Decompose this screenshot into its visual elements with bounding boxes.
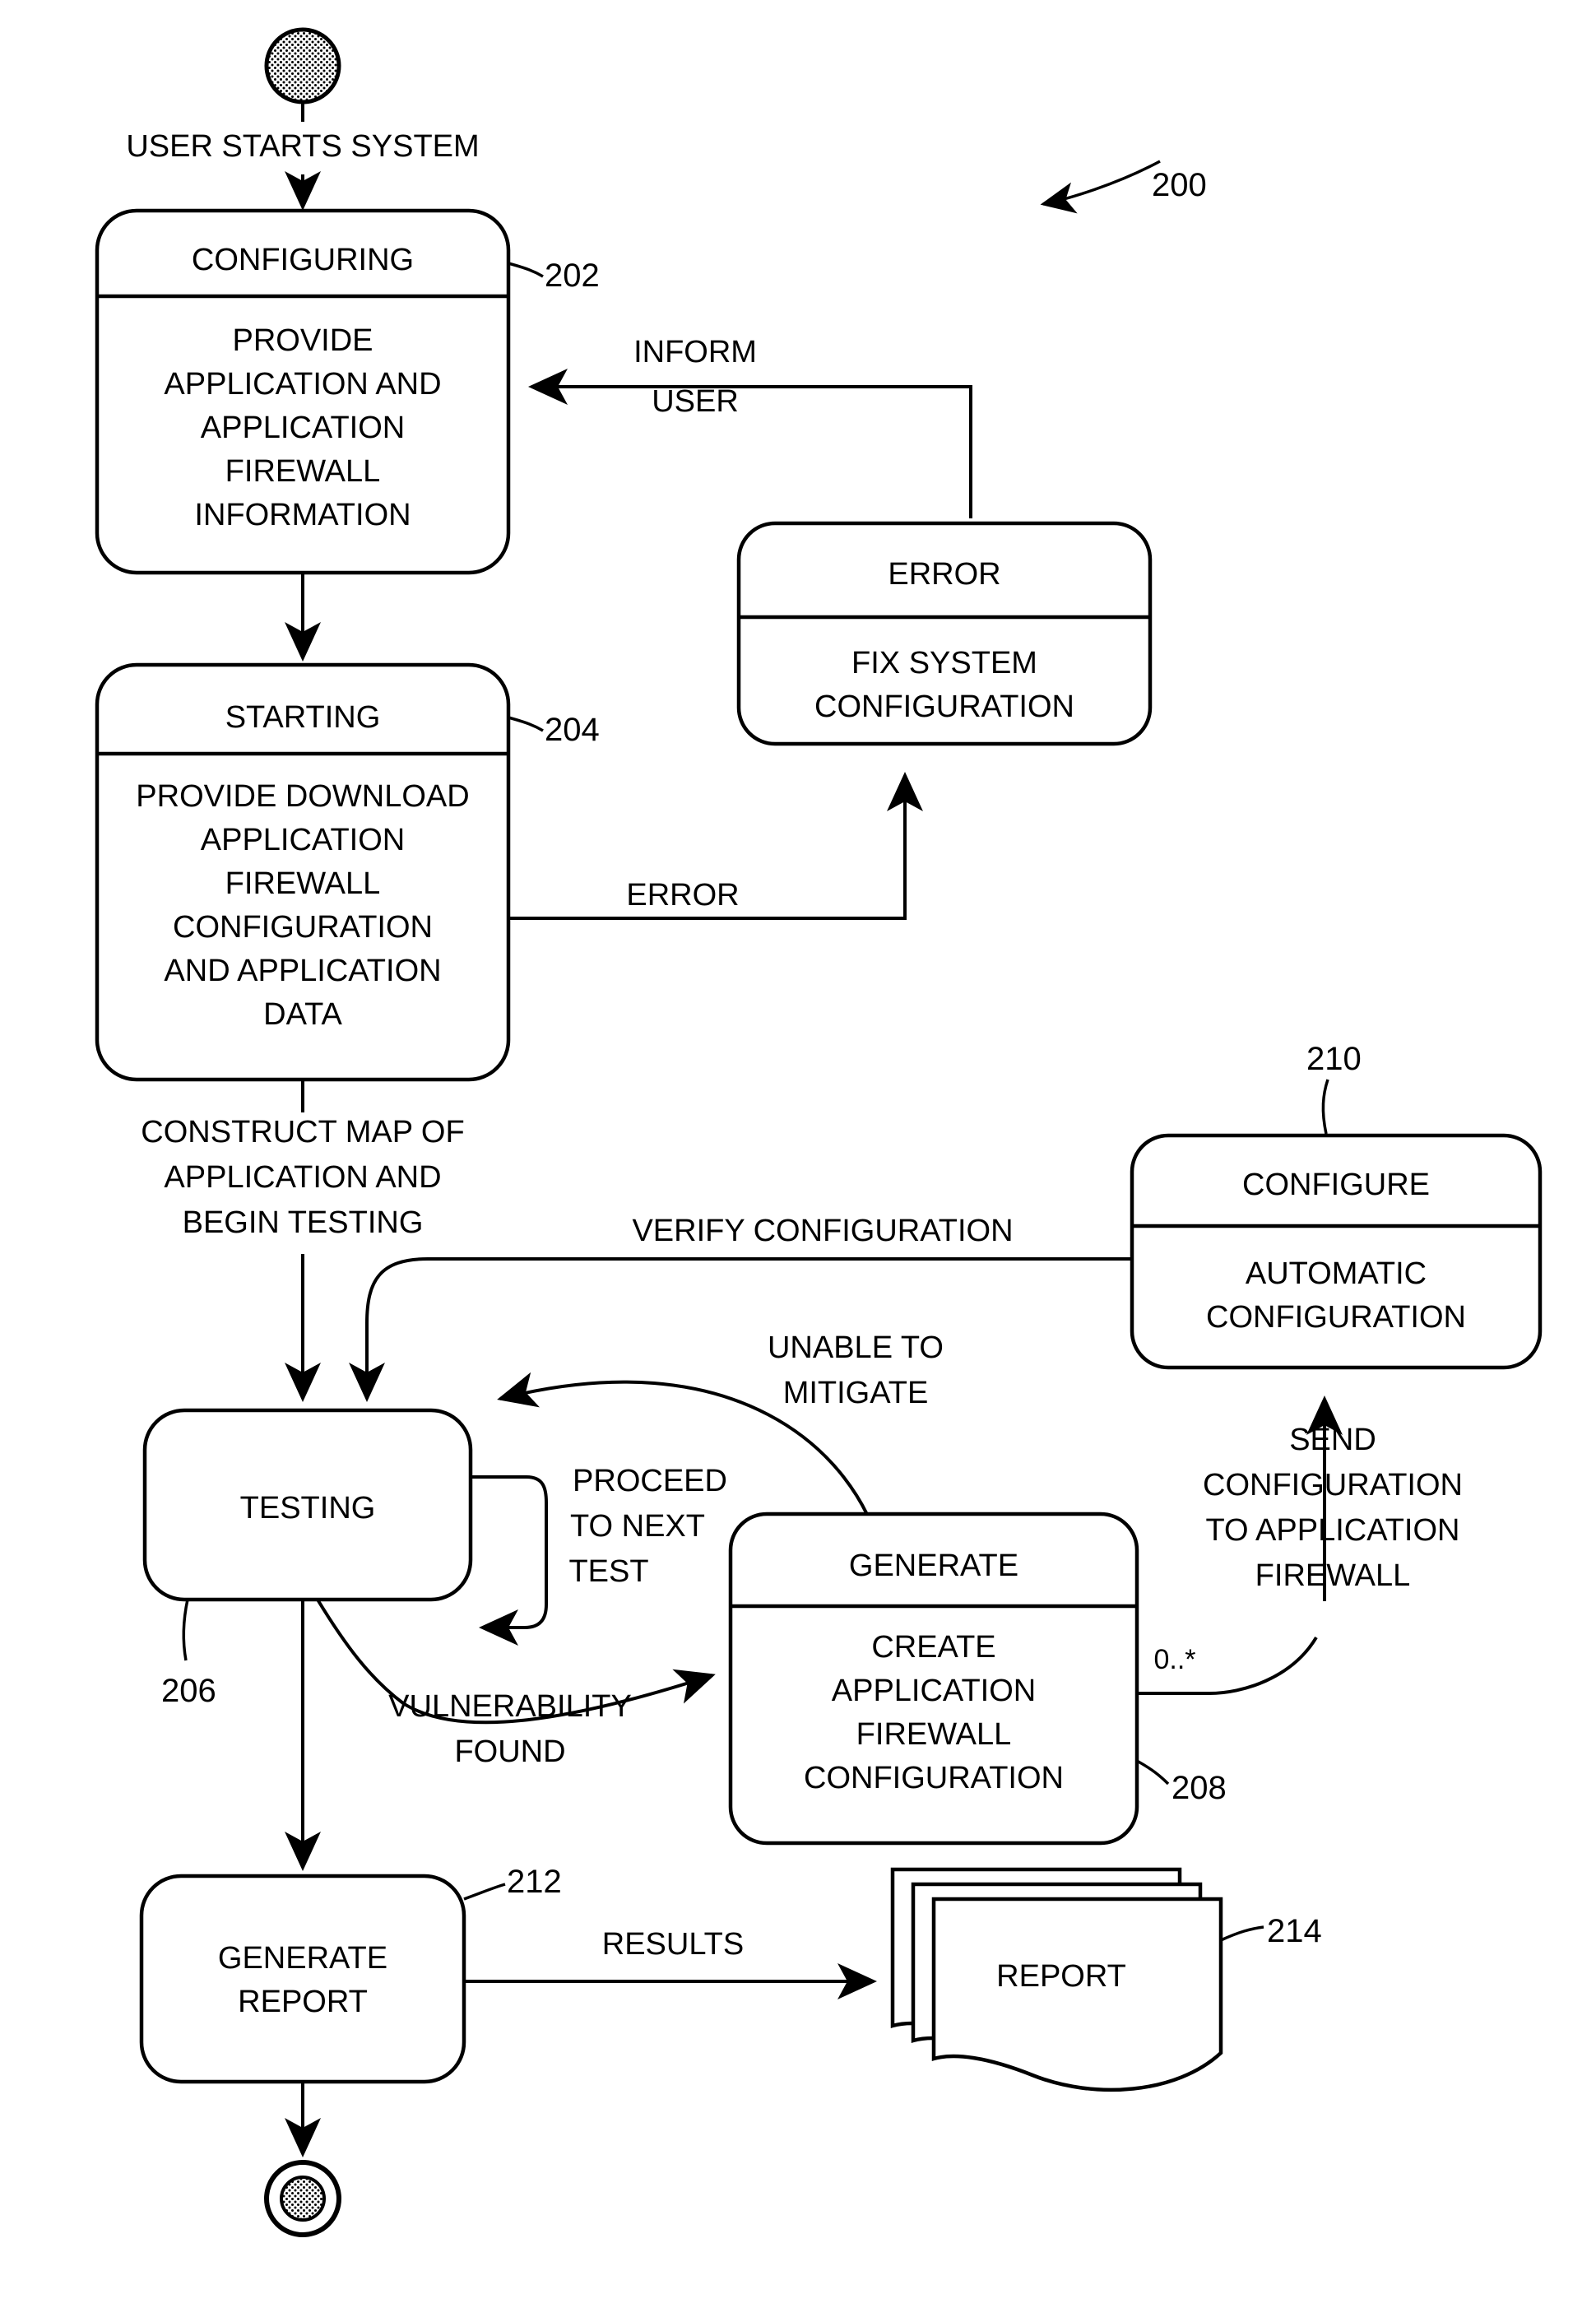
- state-starting-body-line-5: DATA: [263, 997, 342, 1032]
- state-configuring-body-line-2: APPLICATION: [201, 411, 405, 445]
- state-starting-body-line-4: AND APPLICATION: [164, 954, 441, 988]
- state-starting-body-line-2: FIREWALL: [225, 866, 381, 901]
- figure-reference-200: 200: [1040, 160, 1207, 214]
- patent-figure: USER STARTS SYSTEM 200 CONFIGURING PROVI…: [0, 0, 1596, 2308]
- reference-numeral-210: 210: [1306, 1041, 1362, 1077]
- state-configuring-body-line-3: FIREWALL: [225, 454, 381, 489]
- transition-label-unable-line-0: UNABLE TO: [768, 1330, 944, 1365]
- transition-label-proceed-line-0: PROCEED: [573, 1464, 727, 1498]
- state-starting-body-line-0: PROVIDE DOWNLOAD: [136, 779, 469, 814]
- initial-state-node: [264, 27, 341, 104]
- transition-label-results: RESULTS: [602, 1927, 744, 1962]
- transition-label-inform-user-line-1: USER: [652, 384, 739, 419]
- figure-number: 200: [1152, 167, 1207, 203]
- transition-label-send-line-3: FIREWALL: [1255, 1558, 1411, 1593]
- state-generate-report: GENERATE REPORT 212: [139, 1864, 562, 2084]
- state-configuring-body-line-4: INFORMATION: [194, 498, 411, 532]
- reference-numeral-214: 214: [1267, 1913, 1322, 1949]
- reference-numeral-202: 202: [545, 258, 600, 294]
- state-configuring-body-line-1: APPLICATION AND: [164, 367, 441, 402]
- state-generate-body-line-1: APPLICATION: [832, 1674, 1036, 1708]
- state-starting-body-line-1: APPLICATION: [201, 823, 405, 857]
- state-configuring-body-line-0: PROVIDE: [232, 323, 373, 358]
- transition-label-unable-line-1: MITIGATE: [783, 1376, 929, 1410]
- transition-label-proceed-line-2: TEST: [568, 1554, 648, 1589]
- state-configure-body-line-0: AUTOMATIC: [1246, 1256, 1427, 1291]
- state-configure-body-line-1: CONFIGURATION: [1206, 1300, 1466, 1335]
- state-starting-body-line-3: CONFIGURATION: [173, 910, 433, 945]
- transition-label-send-line-2: TO APPLICATION: [1205, 1513, 1459, 1548]
- transition-label-construct-map-line-2: BEGIN TESTING: [183, 1205, 424, 1240]
- transition-inform-user: INFORM USER: [528, 335, 972, 518]
- state-testing: TESTING 206: [142, 1408, 473, 1709]
- final-state-node: [264, 2160, 341, 2237]
- transition-label-error: ERROR: [626, 878, 739, 913]
- transition-label-construct-map-line-0: CONSTRUCT MAP OF: [141, 1115, 464, 1149]
- state-generate-body-line-2: FIREWALL: [856, 1717, 1012, 1752]
- state-generate-body-line-3: CONFIGURATION: [804, 1761, 1064, 1795]
- state-configure: CONFIGURE AUTOMATIC CONFIGURATION 210: [1130, 1041, 1543, 1370]
- report-document-stack: REPORT 214: [890, 1867, 1322, 2092]
- reference-numeral-206: 206: [161, 1673, 216, 1709]
- state-generate-report-body-line-0: GENERATE: [218, 1941, 387, 1976]
- state-configuring: CONFIGURING PROVIDE APPLICATION AND APPL…: [95, 208, 600, 575]
- state-generate-report-body-line-1: REPORT: [238, 1985, 368, 2019]
- report-sheet-front: [931, 1897, 1223, 2092]
- transition-label-multiplicity: 0..*: [1153, 1644, 1195, 1675]
- transition-label-verify-configuration: VERIFY CONFIGURATION: [632, 1214, 1013, 1248]
- state-generate: GENERATE CREATE APPLICATION FIREWALL CON…: [728, 1512, 1227, 1846]
- transition-label-proceed-line-1: TO NEXT: [570, 1509, 705, 1544]
- transition-label-construct-map-line-1: APPLICATION AND: [164, 1160, 441, 1195]
- state-configure-name: CONFIGURE: [1242, 1168, 1430, 1202]
- report-label: REPORT: [996, 1959, 1126, 1994]
- transition-results: RESULTS: [464, 1927, 877, 1999]
- state-starting-name: STARTING: [225, 700, 381, 735]
- state-error: ERROR FIX SYSTEM CONFIGURATION: [736, 521, 1153, 746]
- transition-label-vulnerability-line-1: FOUND: [454, 1734, 565, 1769]
- state-error-name: ERROR: [888, 557, 1000, 592]
- transition-verify-configuration: VERIFY CONFIGURATION: [349, 1214, 1132, 1402]
- transition-label-send-line-0: SEND: [1289, 1423, 1376, 1457]
- transition-label-vulnerability-line-0: VULNERABILITY: [388, 1689, 632, 1724]
- transition-label-user-starts-system: USER STARTS SYSTEM: [126, 129, 479, 164]
- transition-proceed-to-next-test: PROCEED TO NEXT TEST: [471, 1464, 727, 1646]
- state-testing-name: TESTING: [240, 1491, 376, 1526]
- transition-error: ERROR: [508, 772, 923, 920]
- transition-send-configuration: 0..* SEND CONFIGURATION TO APPLICATION F…: [1137, 1395, 1463, 1695]
- state-starting: STARTING PROVIDE DOWNLOAD APPLICATION FI…: [95, 662, 600, 1082]
- state-generate-body-line-0: CREATE: [871, 1630, 995, 1665]
- state-diagram-canvas: USER STARTS SYSTEM 200 CONFIGURING PROVI…: [95, 27, 1543, 2237]
- state-configuring-name: CONFIGURING: [192, 243, 414, 277]
- state-error-body-line-0: FIX SYSTEM: [851, 646, 1037, 680]
- reference-numeral-212: 212: [507, 1864, 562, 1900]
- state-error-body-line-1: CONFIGURATION: [814, 690, 1074, 724]
- transition-label-send-line-1: CONFIGURATION: [1203, 1468, 1463, 1502]
- transition-label-inform-user-line-0: INFORM: [633, 335, 757, 369]
- transition-vulnerability-found: VULNERABILITY FOUND: [316, 1598, 716, 1769]
- state-generate-name: GENERATE: [849, 1549, 1018, 1583]
- reference-numeral-208: 208: [1171, 1770, 1227, 1806]
- reference-numeral-204: 204: [545, 712, 600, 748]
- transition-construct-map: CONSTRUCT MAP OF APPLICATION AND BEGIN T…: [141, 1080, 465, 1402]
